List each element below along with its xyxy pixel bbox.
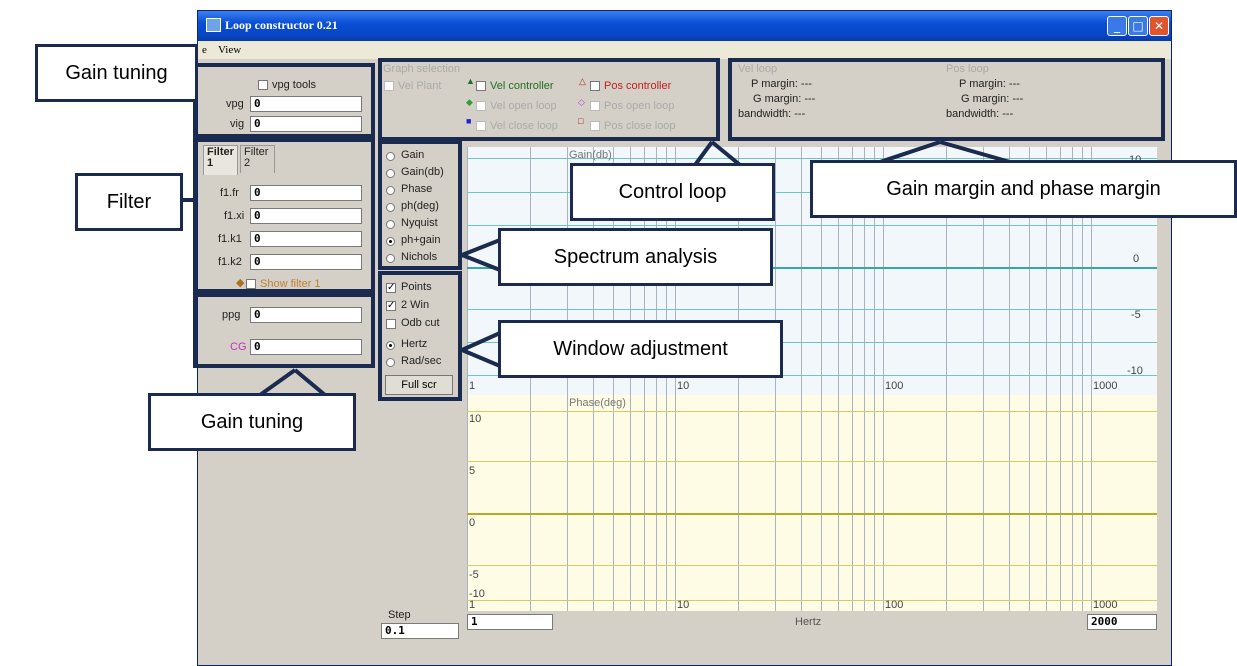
callout-filter: Filter <box>75 173 183 231</box>
callout-control-loop: Control loop <box>570 163 775 221</box>
callout-gain-phase-margin: Gain margin and phase margin <box>810 160 1237 218</box>
callout-gain-tuning-bottom: Gain tuning <box>148 393 356 451</box>
callout-spectrum-analysis: Spectrum analysis <box>498 228 773 286</box>
callout-window-adjustment: Window adjustment <box>498 320 783 378</box>
callout-gain-tuning-top: Gain tuning <box>35 44 198 102</box>
